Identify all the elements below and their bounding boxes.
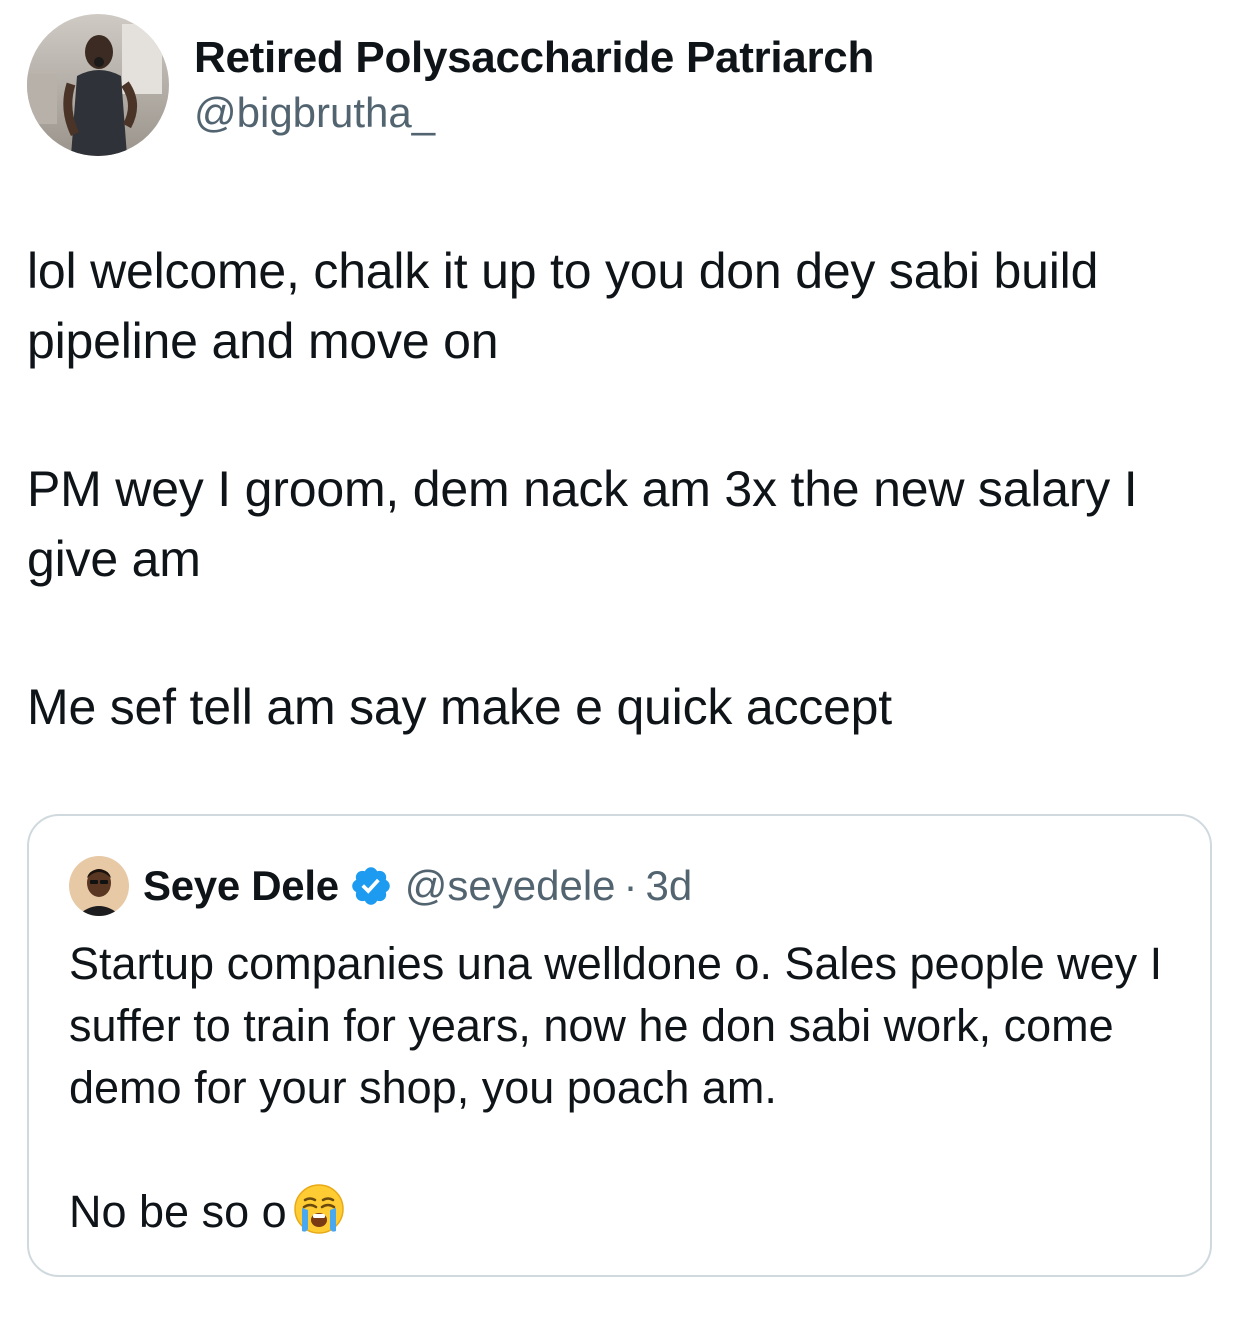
tweet-paragraph: PM wey I groom, dem nack am 3x the new s…: [27, 461, 1138, 587]
tweet-text: lol welcome, chalk it up to you don dey …: [27, 236, 1217, 742]
tweet-header: Retired Polysaccharide Patriarch @bigbru…: [27, 14, 874, 156]
tweet-paragraph: Me sef tell am say make e quick accept: [27, 679, 892, 735]
quoted-author-avatar[interactable]: [69, 856, 129, 916]
quoted-tweet-paragraph: Startup companies una welldone o. Sales …: [69, 938, 1163, 1113]
verified-badge-icon: [349, 864, 393, 908]
quoted-tweet-text: Startup companies una welldone o. Sales …: [69, 933, 1179, 1243]
author-avatar[interactable]: [27, 14, 169, 156]
quoted-author-display-name[interactable]: Seye Dele: [143, 862, 339, 910]
quoted-tweet-paragraph: No be so o: [69, 1186, 287, 1237]
tweet-paragraph: lol welcome, chalk it up to you don dey …: [27, 243, 1099, 369]
author-block: Retired Polysaccharide Patriarch @bigbru…: [194, 31, 874, 139]
quoted-author-handle[interactable]: @seyedele: [405, 862, 616, 910]
quoted-tweet-card[interactable]: Seye Dele @seyedele · 3d Startup compani…: [27, 814, 1212, 1277]
separator-dot: ·: [623, 862, 638, 909]
quoted-tweet-timestamp[interactable]: 3d: [646, 862, 693, 910]
author-handle[interactable]: @bigbrutha_: [194, 87, 874, 139]
loudly-crying-face-icon: [293, 1183, 345, 1235]
quoted-tweet-paragraph-last: No be so o: [69, 1181, 1179, 1243]
quoted-tweet-header: Seye Dele @seyedele · 3d: [69, 856, 692, 916]
author-display-name[interactable]: Retired Polysaccharide Patriarch: [194, 31, 874, 85]
